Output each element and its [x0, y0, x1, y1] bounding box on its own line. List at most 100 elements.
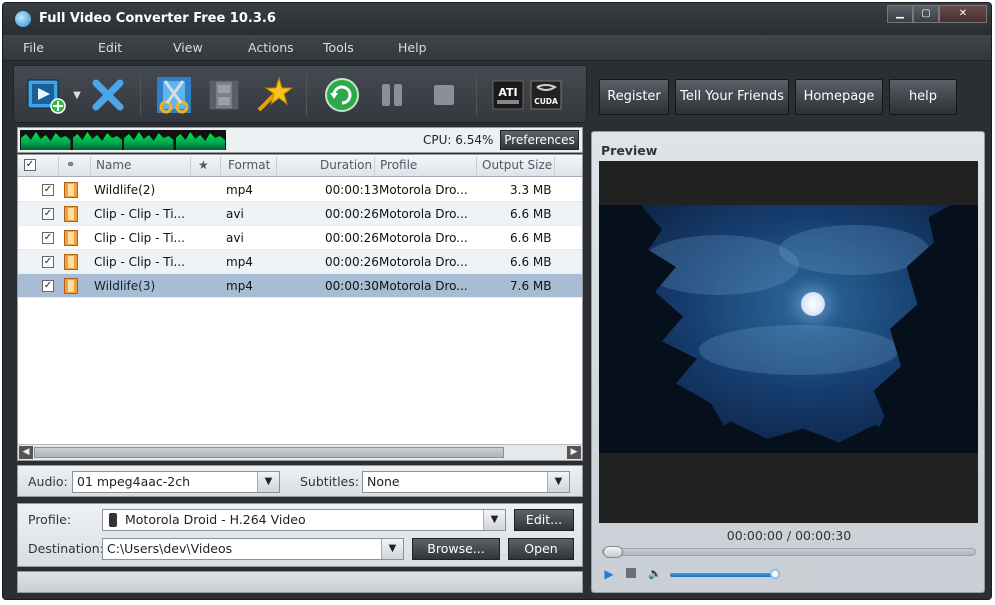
- merge-icon[interactable]: [204, 75, 244, 115]
- menu-help[interactable]: Help: [378, 35, 453, 60]
- subtitles-label: Subtitles:: [300, 474, 359, 489]
- row-checkbox[interactable]: ✓: [42, 184, 54, 196]
- volume-handle[interactable]: [769, 569, 780, 579]
- phone-icon: [109, 513, 117, 527]
- menu-edit[interactable]: Edit: [78, 35, 153, 60]
- volume-slider[interactable]: [670, 569, 822, 579]
- preview-title: Preview: [601, 143, 658, 158]
- audio-subtitle-panel: Audio: 01 mpeg4aac-2ch ▼ Subtitles: None…: [17, 465, 583, 497]
- col-size-header[interactable]: Output Size: [482, 158, 552, 172]
- menu-view[interactable]: View: [153, 35, 228, 60]
- row-format: avi: [226, 207, 244, 221]
- video-screen[interactable]: [599, 161, 978, 523]
- row-profile: Motorola Dro...: [379, 255, 468, 269]
- chevron-down-icon[interactable]: ▼: [547, 472, 569, 492]
- open-folder-button[interactable]: Open: [508, 538, 574, 560]
- volume-level: [670, 573, 775, 577]
- file-list-header: ✓ ⚭ Name ★ Format Duration Profile Outpu…: [18, 155, 582, 177]
- svg-text:ATI: ATI: [498, 86, 517, 99]
- col-star-header[interactable]: ★: [198, 158, 209, 172]
- chevron-down-icon[interactable]: ▼: [381, 539, 403, 559]
- row-profile: Motorola Dro...: [379, 279, 468, 293]
- edit-profile-button[interactable]: Edit...: [514, 509, 574, 531]
- dropdown-arrow-icon[interactable]: ▼: [70, 75, 84, 115]
- menu-tools[interactable]: Tools: [303, 35, 378, 60]
- window-title: Full Video Converter Free 10.3.6: [39, 11, 276, 26]
- row-format: mp4: [226, 183, 253, 197]
- row-format: mp4: [226, 255, 253, 269]
- register-button[interactable]: Register: [599, 79, 669, 115]
- cut-icon[interactable]: [152, 75, 196, 115]
- homepage-button[interactable]: Homepage: [795, 79, 883, 115]
- remove-icon[interactable]: [88, 75, 128, 115]
- destination-input[interactable]: C:\Users\dev\Videos ▼: [102, 538, 404, 560]
- horizontal-scrollbar[interactable]: ◀ ▶: [18, 444, 582, 460]
- profile-label: Profile:: [28, 512, 72, 527]
- row-checkbox[interactable]: ✓: [42, 280, 54, 292]
- row-duration: 00:00:26: [325, 255, 379, 269]
- help-button[interactable]: help: [889, 79, 957, 115]
- scroll-thumb[interactable]: [34, 447, 504, 458]
- ati-stream-icon[interactable]: ATI: [488, 75, 528, 115]
- seek-bar[interactable]: [602, 546, 976, 558]
- col-format-header[interactable]: Format: [228, 158, 270, 172]
- volume-icon[interactable]: 🔈: [648, 567, 662, 581]
- video-frame: [599, 205, 978, 453]
- cpu-usage-text: CPU: 6.54%: [423, 133, 494, 147]
- row-duration: 00:00:30: [325, 279, 379, 293]
- subtitles-select[interactable]: None ▼: [362, 471, 570, 493]
- pause-icon[interactable]: [374, 75, 410, 115]
- row-size: 7.6 MB: [510, 279, 552, 293]
- row-size: 6.6 MB: [510, 207, 552, 221]
- chevron-down-icon[interactable]: ▼: [483, 510, 505, 530]
- row-checkbox[interactable]: ✓: [42, 208, 54, 220]
- row-size: 6.6 MB: [510, 231, 552, 245]
- row-checkbox[interactable]: ✓: [42, 256, 54, 268]
- profile-select[interactable]: Motorola Droid - H.264 Video ▼: [102, 509, 506, 531]
- row-duration: 00:00:13: [325, 183, 379, 197]
- audio-value: 01 mpeg4aac-2ch: [77, 474, 191, 489]
- tell-friends-button[interactable]: Tell Your Friends: [675, 79, 789, 115]
- stop-icon[interactable]: [426, 75, 462, 115]
- audio-label: Audio:: [28, 474, 68, 489]
- video-file-icon: [64, 182, 78, 198]
- chevron-down-icon[interactable]: ▼: [257, 472, 279, 492]
- table-row[interactable]: ✓ Wildlife(3) mp4 00:00:30 Motorola Dro.…: [18, 274, 582, 298]
- nvidia-cuda-icon[interactable]: CUDA: [526, 75, 566, 115]
- add-video-icon[interactable]: [24, 75, 68, 115]
- menu-actions[interactable]: Actions: [228, 35, 303, 60]
- col-duration-header[interactable]: Duration: [320, 158, 372, 172]
- menu-file[interactable]: File: [3, 35, 78, 60]
- close-button[interactable]: ✕: [939, 5, 987, 23]
- seek-handle[interactable]: [603, 546, 623, 558]
- row-checkbox[interactable]: ✓: [42, 232, 54, 244]
- convert-icon[interactable]: [322, 75, 362, 115]
- scroll-left-icon[interactable]: ◀: [19, 446, 33, 459]
- video-file-icon: [64, 230, 78, 246]
- table-row[interactable]: ✓ Clip - Clip - Ti... avi 00:00:26 Motor…: [18, 226, 582, 250]
- table-row[interactable]: ✓ Clip - Clip - Ti... mp4 00:00:26 Motor…: [18, 250, 582, 274]
- top-right-links: Register Tell Your Friends Homepage help: [593, 73, 985, 123]
- title-bar[interactable]: Full Video Converter Free 10.3.6 ▁ ▢ ✕: [3, 3, 991, 35]
- minimize-button[interactable]: ▁: [887, 5, 913, 23]
- destination-label: Destination:: [28, 541, 104, 556]
- row-profile: Motorola Dro...: [379, 207, 468, 221]
- select-all-checkbox[interactable]: ✓: [24, 159, 36, 171]
- col-name-header[interactable]: Name: [96, 158, 131, 172]
- stop-playback-icon[interactable]: [624, 567, 638, 581]
- table-row[interactable]: ✓ Clip - Clip - Ti... avi 00:00:26 Motor…: [18, 202, 582, 226]
- browse-button[interactable]: Browse...: [412, 538, 500, 560]
- maximize-button[interactable]: ▢: [913, 5, 939, 23]
- preferences-button[interactable]: Preferences: [500, 130, 579, 150]
- col-profile-header[interactable]: Profile: [380, 158, 417, 172]
- table-row[interactable]: ✓ Wildlife(2) mp4 00:00:13 Motorola Dro.…: [18, 178, 582, 202]
- row-profile: Motorola Dro...: [379, 183, 468, 197]
- audio-select[interactable]: 01 mpeg4aac-2ch ▼: [72, 471, 280, 493]
- play-icon[interactable]: ▶: [602, 567, 616, 581]
- effects-wand-icon[interactable]: [254, 75, 294, 115]
- row-name: Clip - Clip - Ti...: [94, 231, 185, 245]
- row-format: mp4: [226, 279, 253, 293]
- video-file-icon: [64, 206, 78, 222]
- row-profile: Motorola Dro...: [379, 231, 468, 245]
- scroll-right-icon[interactable]: ▶: [567, 446, 581, 459]
